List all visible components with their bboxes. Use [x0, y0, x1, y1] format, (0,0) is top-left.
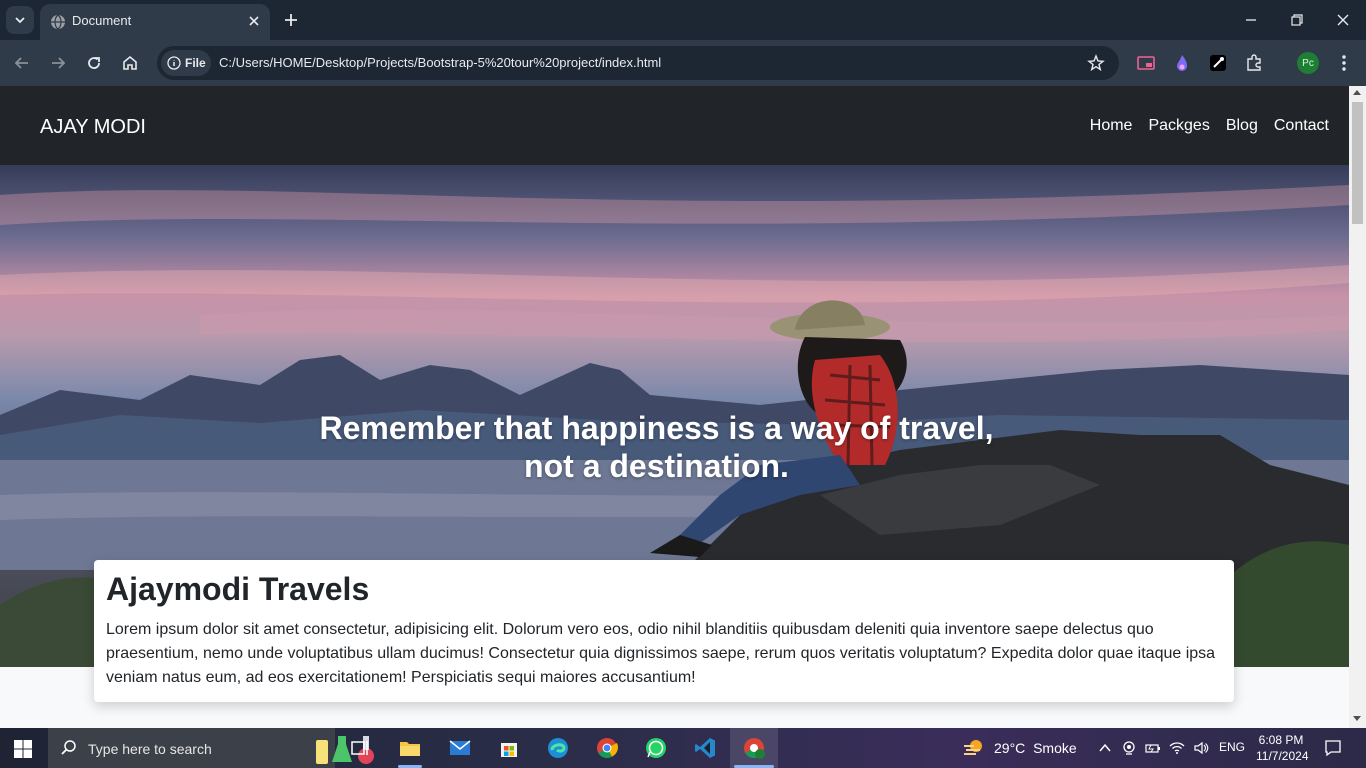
chevron-up-icon[interactable] [1097, 740, 1113, 756]
nav-link-home[interactable]: Home [1090, 117, 1133, 135]
windows-taskbar: Type here to search 29°C Smoke ENG 6:08 … [0, 728, 1366, 768]
profile-avatar[interactable]: Pc [1297, 52, 1319, 74]
intro-card: Ajaymodi Travels Lorem ipsum dolor sit a… [94, 560, 1234, 702]
close-tab-icon[interactable] [246, 13, 262, 29]
page-scrollbar[interactable] [1349, 86, 1366, 728]
site-brand[interactable]: AJAY MODI [40, 116, 146, 139]
eyedropper-extension-icon[interactable] [1208, 53, 1228, 73]
globe-icon [51, 14, 65, 30]
nav-link-packages[interactable]: Packges [1148, 117, 1209, 135]
browser-tab-strip: Document [0, 0, 1366, 40]
minimize-icon[interactable] [1243, 12, 1259, 28]
reload-icon[interactable] [84, 53, 104, 73]
edge-browser-icon[interactable] [546, 736, 570, 760]
file-explorer-icon[interactable] [398, 736, 422, 760]
page-viewport: AJAY MODI Home Packges Blog Contact Reme… [0, 86, 1349, 728]
clock-time: 6:08 PM [1258, 733, 1304, 747]
vscode-icon[interactable] [693, 736, 717, 760]
weather-haze-icon[interactable] [962, 738, 986, 758]
chevron-down-icon [15, 17, 25, 24]
browser-toolbar: File C:/Users/HOME/Desktop/Projects/Boot… [0, 40, 1366, 86]
clock-date: 11/7/2024 [1256, 749, 1309, 763]
taskbar-search-box[interactable]: Type here to search [48, 728, 374, 768]
flame-extension-icon[interactable] [1172, 53, 1192, 73]
chrome-icon[interactable] [595, 736, 619, 760]
restore-icon[interactable] [1289, 12, 1305, 28]
puzzle-extensions-icon[interactable] [1244, 53, 1264, 73]
weather-description: Smoke [1033, 740, 1077, 756]
search-placeholder: Type here to search [88, 741, 212, 757]
system-clock[interactable]: 6:08 PM 11/7/2024 [1256, 732, 1309, 764]
nav-link-contact[interactable]: Contact [1274, 117, 1329, 135]
language-indicator[interactable]: ENG [1219, 740, 1245, 754]
more-menu-icon[interactable] [1336, 53, 1352, 73]
cast-extension-icon[interactable] [1136, 53, 1156, 73]
scroll-down-arrow-icon[interactable] [1353, 716, 1361, 721]
hero-quote: Remember that happiness is a way of trav… [0, 409, 1313, 485]
scrollbar-thumb[interactable] [1352, 102, 1363, 224]
webcam-icon[interactable] [1121, 740, 1137, 756]
bookmark-star-icon[interactable] [1087, 54, 1105, 72]
tab-search-button[interactable] [6, 6, 34, 34]
microsoft-store-icon[interactable] [497, 736, 521, 760]
hero-quote-line-2: not a destination. [524, 448, 789, 484]
close-window-icon[interactable] [1335, 12, 1351, 28]
card-title: Ajaymodi Travels [106, 571, 370, 607]
chrome-profile-icon[interactable] [742, 736, 766, 760]
notification-icon[interactable] [1324, 739, 1342, 757]
weather-readout[interactable]: 29°C Smoke [994, 740, 1077, 756]
forward-arrow-icon[interactable] [48, 53, 68, 73]
site-info-label: File [185, 56, 206, 70]
search-icon [61, 740, 76, 755]
volume-icon[interactable] [1193, 740, 1209, 756]
home-icon[interactable] [120, 53, 140, 73]
windows-start-icon[interactable] [14, 740, 32, 758]
task-view-icon[interactable] [348, 736, 372, 760]
weather-temperature: 29°C [994, 740, 1026, 756]
whatsapp-icon[interactable] [644, 736, 668, 760]
nav-link-blog[interactable]: Blog [1226, 117, 1258, 135]
site-info-chip[interactable]: File [161, 50, 211, 76]
info-icon [167, 56, 181, 70]
card-text: Lorem ipsum dolor sit amet consectetur, … [106, 621, 1216, 686]
hero-quote-line-1: Remember that happiness is a way of trav… [319, 410, 994, 446]
tab-title: Document [72, 13, 132, 28]
address-bar[interactable]: File C:/Users/HOME/Desktop/Projects/Boot… [157, 46, 1119, 80]
site-nav-links: Home Packges Blog Contact [1090, 117, 1329, 135]
back-arrow-icon[interactable] [12, 53, 32, 73]
battery-icon[interactable] [1145, 740, 1161, 756]
url-text[interactable]: C:/Users/HOME/Desktop/Projects/Bootstrap… [219, 55, 661, 70]
new-tab-icon[interactable] [282, 11, 300, 29]
scroll-up-arrow-icon[interactable] [1353, 90, 1361, 95]
wifi-icon[interactable] [1169, 740, 1185, 756]
browser-tab-active[interactable]: Document [40, 4, 270, 40]
site-navbar: AJAY MODI Home Packges Blog Contact [0, 86, 1349, 165]
mail-icon[interactable] [448, 736, 472, 760]
